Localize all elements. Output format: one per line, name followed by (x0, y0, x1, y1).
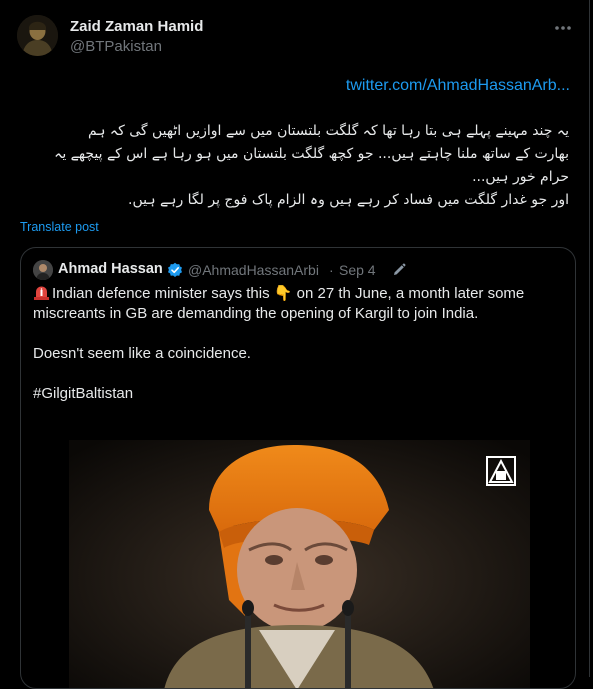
tweet-text-line: اور جو غدار گلگت میں فساد کر رہے ہیں وہ … (128, 192, 569, 208)
quoted-hashtag[interactable]: #GilgitBaltistan (33, 384, 553, 404)
quoted-tweet-text: Indian defence minister says this 👇 on 2… (33, 284, 553, 404)
quoted-line-2: miscreants in GB are demanding the openi… (33, 305, 479, 322)
tweet-card[interactable]: Zaid Zaman Hamid @BTPakistan twitter.com… (0, 0, 590, 689)
separator-dot: · (329, 262, 334, 278)
author-avatar[interactable] (17, 15, 58, 56)
quoted-line-3: Doesn't seem like a coincidence. (33, 345, 251, 362)
tweet-body: یہ چند مہینے پہلے ہی بتا رہا تھا کہ گلگت… (20, 120, 569, 212)
ani-logo (485, 455, 517, 487)
quoted-line-1-text: Indian defence minister says this (52, 285, 274, 302)
quoted-tweet-link[interactable]: twitter.com/AhmadHassanArb... (346, 77, 570, 95)
quoted-post-date[interactable]: Sep 4 (339, 262, 376, 278)
quoted-author-avatar[interactable] (33, 260, 53, 280)
quoted-line-1: Indian defence minister says this 👇 on 2… (33, 284, 553, 304)
more-icon[interactable] (553, 18, 573, 38)
quoted-video-thumbnail[interactable] (69, 440, 530, 688)
verified-badge-icon (167, 262, 183, 278)
quoted-author-name[interactable]: Ahmad Hassan (58, 261, 163, 277)
tweet-text-line: یہ چند مہینے پہلے ہی بتا رہا تھا کہ گلگت… (87, 123, 569, 139)
translate-post-link[interactable]: Translate post (20, 220, 99, 234)
quoted-line-1-text-end: on 27 th June, a month later some (292, 285, 525, 302)
edited-icon[interactable] (391, 262, 407, 278)
author-name[interactable]: Zaid Zaman Hamid (70, 18, 203, 35)
quoted-tweet[interactable]: Ahmad Hassan @AhmadHassanArbi · Sep 4 In… (20, 247, 576, 689)
pointing-down-emoji: 👇 (273, 285, 293, 302)
tweet-text-line: بھارت کے ساتھ ملنا چاہتے ہیں... جو کچھ گ… (54, 146, 569, 162)
tweet-text-line: حرام خور ہیں... (472, 169, 569, 185)
video-frame-illustration (69, 440, 530, 688)
quoted-author-handle[interactable]: @AhmadHassanArbi (188, 262, 319, 278)
siren-icon (33, 285, 50, 300)
author-handle[interactable]: @BTPakistan (70, 38, 162, 55)
